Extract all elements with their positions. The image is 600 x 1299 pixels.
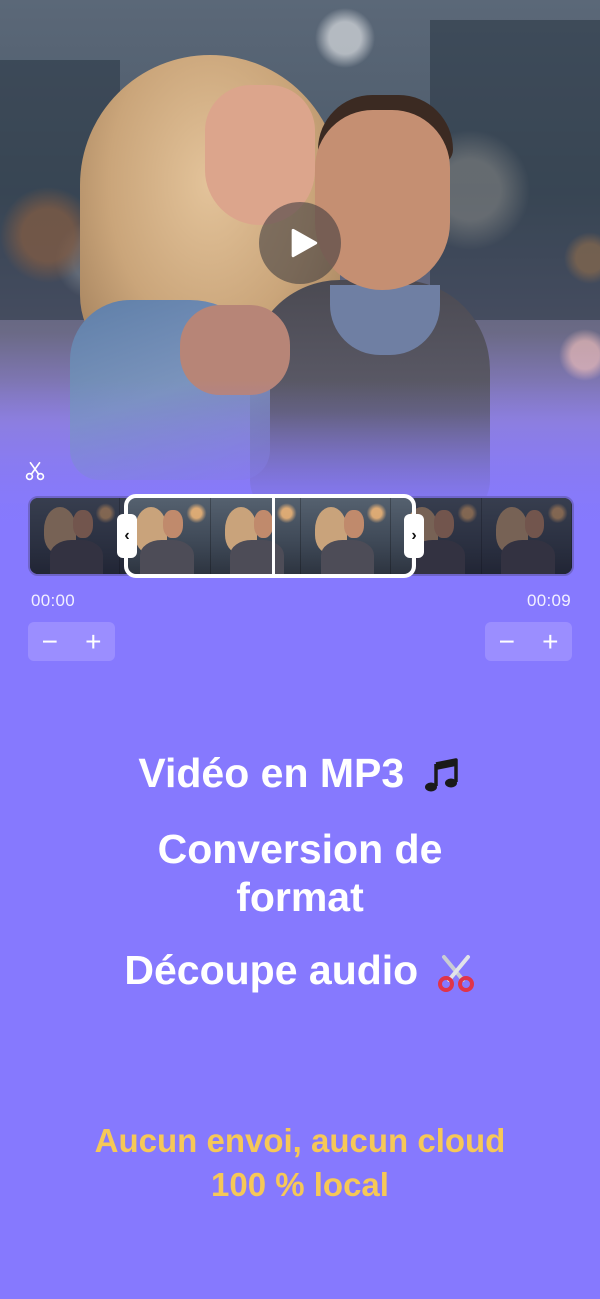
music-note-icon	[424, 758, 458, 792]
play-icon	[291, 228, 318, 258]
end-decrement-button[interactable]: −	[487, 622, 527, 661]
feature-audio-cut: Découpe audio	[0, 946, 600, 994]
start-decrement-button[interactable]: −	[30, 622, 70, 661]
trim-handle-start[interactable]: ‹	[117, 514, 137, 558]
feature-label: Découpe audio	[124, 947, 419, 993]
chevron-right-icon: ›	[411, 527, 417, 544]
feature-label: Vidéo en MP3	[138, 750, 405, 796]
end-time-stepper: − +	[485, 622, 572, 661]
start-time: 00:00	[31, 591, 76, 610]
playhead[interactable]	[272, 498, 275, 574]
background-building	[430, 20, 600, 320]
trim-selection[interactable]	[124, 494, 416, 578]
feature-label: format	[236, 874, 364, 920]
timeline-unselected-end	[414, 498, 572, 574]
timeline-unselected-start	[30, 498, 126, 574]
privacy-tagline: Aucun envoi, aucun cloud 100 % local	[0, 1119, 600, 1207]
feature-format-conversion: Conversion de format	[0, 825, 600, 921]
tagline-line: 100 % local	[211, 1166, 389, 1203]
feature-video-to-mp3: Vidéo en MP3	[0, 749, 600, 797]
chevron-left-icon: ‹	[124, 527, 130, 544]
tagline-line: Aucun envoi, aucun cloud	[94, 1122, 506, 1159]
end-time: 00:09	[526, 591, 571, 610]
scissors-emoji-icon	[437, 955, 474, 993]
trim-handle-end[interactable]: ›	[404, 514, 424, 558]
end-increment-button[interactable]: +	[530, 622, 570, 661]
start-increment-button[interactable]: +	[73, 622, 113, 661]
feature-label: Conversion de	[157, 826, 443, 872]
start-time-stepper: − +	[28, 622, 115, 661]
play-button[interactable]	[259, 202, 341, 284]
scissors-icon[interactable]	[24, 460, 46, 482]
